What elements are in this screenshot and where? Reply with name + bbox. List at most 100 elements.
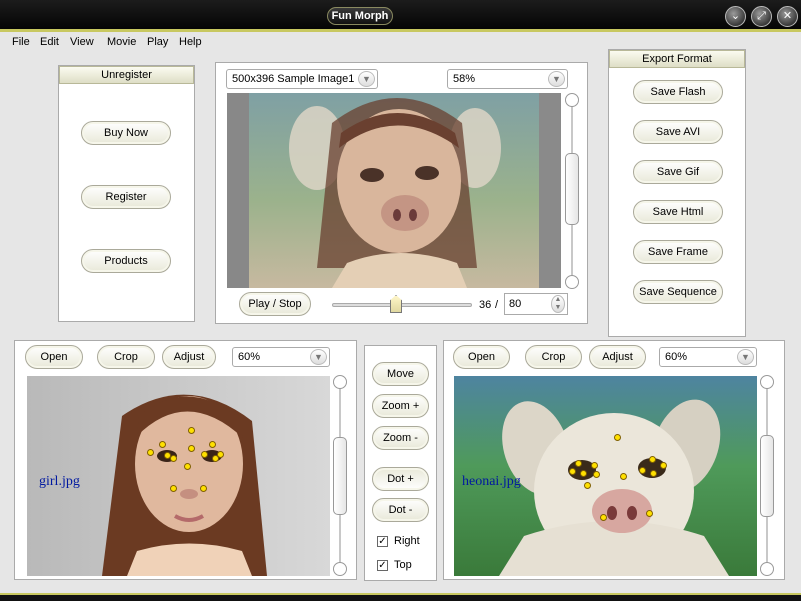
right-scroll-thumb[interactable] bbox=[760, 435, 774, 517]
scroll-up-knob[interactable] bbox=[760, 375, 774, 389]
left-scroll-thumb[interactable] bbox=[333, 437, 347, 515]
export-panel: Export Format Save Flash Save AVI Save G… bbox=[608, 49, 746, 337]
source-left-panel: Open Crop Adjust 60% ▼ girl.jpg bbox=[14, 340, 357, 580]
save-gif-button[interactable]: Save Gif bbox=[633, 160, 723, 184]
feature-point[interactable] bbox=[170, 485, 177, 492]
right-adjust-button[interactable]: Adjust bbox=[589, 345, 646, 369]
chevron-down-icon: ▼ bbox=[310, 349, 327, 365]
frame-slider[interactable] bbox=[332, 295, 472, 313]
top-checkbox-label: Top bbox=[394, 559, 412, 571]
morph-preview-image bbox=[227, 93, 561, 288]
right-zoom-select[interactable]: 60% ▼ bbox=[659, 347, 757, 367]
feature-point[interactable] bbox=[170, 455, 177, 462]
preview-scroll-thumb[interactable] bbox=[565, 153, 579, 225]
top-checkbox[interactable]: ✓ bbox=[377, 560, 388, 571]
left-adjust-button[interactable]: Adjust bbox=[162, 345, 216, 369]
scroll-up-knob[interactable] bbox=[333, 375, 347, 389]
menu-file[interactable]: File bbox=[12, 36, 30, 48]
close-button[interactable]: ✕ bbox=[777, 6, 798, 27]
maximize-button[interactable]: ⤢ bbox=[751, 6, 772, 27]
feature-point[interactable] bbox=[569, 468, 576, 475]
feature-point[interactable] bbox=[188, 427, 195, 434]
feature-point[interactable] bbox=[188, 445, 195, 452]
frame-slider-track bbox=[332, 303, 472, 307]
save-frame-button[interactable]: Save Frame bbox=[633, 240, 723, 264]
source-right-panel: Open Crop Adjust 60% ▼ heonai.jpg bbox=[443, 340, 785, 580]
minimize-button[interactable]: ⌄ bbox=[725, 6, 746, 27]
zoom-out-button[interactable]: Zoom - bbox=[372, 426, 429, 450]
feature-point[interactable] bbox=[593, 471, 600, 478]
frame-slider-thumb[interactable] bbox=[390, 295, 402, 313]
feature-point[interactable] bbox=[614, 434, 621, 441]
left-vertical-scrollbar[interactable] bbox=[333, 375, 347, 576]
feature-point[interactable] bbox=[575, 460, 582, 467]
register-button[interactable]: Register bbox=[81, 185, 171, 209]
products-button[interactable]: Products bbox=[81, 249, 171, 273]
save-avi-button[interactable]: Save AVI bbox=[633, 120, 723, 144]
preview-panel: 500x396 Sample Image1 ▼ 58% ▼ Play / Sto… bbox=[215, 62, 588, 324]
sample-select-value: 500x396 Sample Image1 bbox=[232, 73, 355, 85]
right-open-button[interactable]: Open bbox=[453, 345, 510, 369]
feature-point[interactable] bbox=[620, 473, 627, 480]
feature-point[interactable] bbox=[639, 467, 646, 474]
title-bar: Fun Morph ⌄ ⤢ ✕ bbox=[0, 0, 801, 32]
window-title: Fun Morph bbox=[327, 7, 393, 25]
menu-edit[interactable]: Edit bbox=[40, 36, 59, 48]
dot-add-button[interactable]: Dot + bbox=[372, 467, 429, 491]
scroll-down-knob[interactable] bbox=[333, 562, 347, 576]
left-crop-button[interactable]: Crop bbox=[97, 345, 155, 369]
girl-source-image[interactable]: girl.jpg bbox=[27, 376, 330, 576]
save-sequence-button[interactable]: Save Sequence bbox=[633, 280, 723, 304]
frame-total-value: 80 bbox=[509, 298, 522, 310]
feature-point[interactable] bbox=[184, 463, 191, 470]
left-open-button[interactable]: Open bbox=[25, 345, 83, 369]
scroll-down-knob[interactable] bbox=[760, 562, 774, 576]
frame-total-input[interactable]: 80 ▲ ▼ bbox=[504, 293, 568, 315]
puppy-source-image[interactable]: heonai.jpg bbox=[454, 376, 757, 576]
right-crop-button[interactable]: Crop bbox=[525, 345, 582, 369]
left-zoom-select[interactable]: 60% ▼ bbox=[232, 347, 330, 367]
feature-point[interactable] bbox=[209, 441, 216, 448]
feature-point[interactable] bbox=[584, 482, 591, 489]
move-button[interactable]: Move bbox=[372, 362, 429, 386]
spinner-icon[interactable]: ▲ ▼ bbox=[551, 295, 565, 313]
right-checkbox[interactable]: ✓ bbox=[377, 536, 388, 547]
right-zoom-value: 60% bbox=[665, 351, 688, 363]
feature-point[interactable] bbox=[580, 470, 587, 477]
chevron-down-icon: ▼ bbox=[358, 71, 375, 87]
play-stop-button[interactable]: Play / Stop bbox=[239, 292, 311, 316]
right-vertical-scrollbar[interactable] bbox=[760, 375, 774, 576]
zoom-in-button[interactable]: Zoom + bbox=[372, 394, 429, 418]
preview-zoom-select[interactable]: 58% ▼ bbox=[447, 69, 568, 89]
dot-remove-button[interactable]: Dot - bbox=[372, 498, 429, 522]
scroll-down-knob[interactable] bbox=[565, 275, 579, 289]
preview-vertical-scrollbar[interactable] bbox=[565, 93, 579, 289]
feature-point[interactable] bbox=[200, 485, 207, 492]
feature-point[interactable] bbox=[660, 462, 667, 469]
unregister-header: Unregister bbox=[59, 66, 194, 84]
unregister-panel: Unregister Buy Now Register Products bbox=[58, 65, 195, 322]
feature-point[interactable] bbox=[649, 456, 656, 463]
menu-view[interactable]: View bbox=[70, 36, 94, 48]
menu-movie[interactable]: Movie bbox=[107, 36, 136, 48]
frame-separator: / bbox=[495, 299, 499, 311]
feature-point[interactable] bbox=[650, 470, 657, 477]
chevron-down-icon: ▼ bbox=[737, 349, 754, 365]
feature-point[interactable] bbox=[159, 441, 166, 448]
sample-select[interactable]: 500x396 Sample Image1 ▼ bbox=[226, 69, 378, 89]
feature-point[interactable] bbox=[217, 451, 224, 458]
feature-point[interactable] bbox=[591, 462, 598, 469]
scroll-up-knob[interactable] bbox=[565, 93, 579, 107]
feature-point[interactable] bbox=[201, 451, 208, 458]
menu-help[interactable]: Help bbox=[179, 36, 202, 48]
save-html-button[interactable]: Save Html bbox=[633, 200, 723, 224]
chevron-down-icon: ▼ bbox=[548, 71, 565, 87]
feature-point[interactable] bbox=[147, 449, 154, 456]
save-flash-button[interactable]: Save Flash bbox=[633, 80, 723, 104]
puppy-filename: heonai.jpg bbox=[462, 474, 521, 489]
menu-play[interactable]: Play bbox=[147, 36, 168, 48]
feature-point[interactable] bbox=[600, 514, 607, 521]
buy-now-button[interactable]: Buy Now bbox=[81, 121, 171, 145]
tools-panel: Move Zoom + Zoom - Dot + Dot - ✓ Right ✓… bbox=[364, 345, 437, 581]
feature-point[interactable] bbox=[646, 510, 653, 517]
